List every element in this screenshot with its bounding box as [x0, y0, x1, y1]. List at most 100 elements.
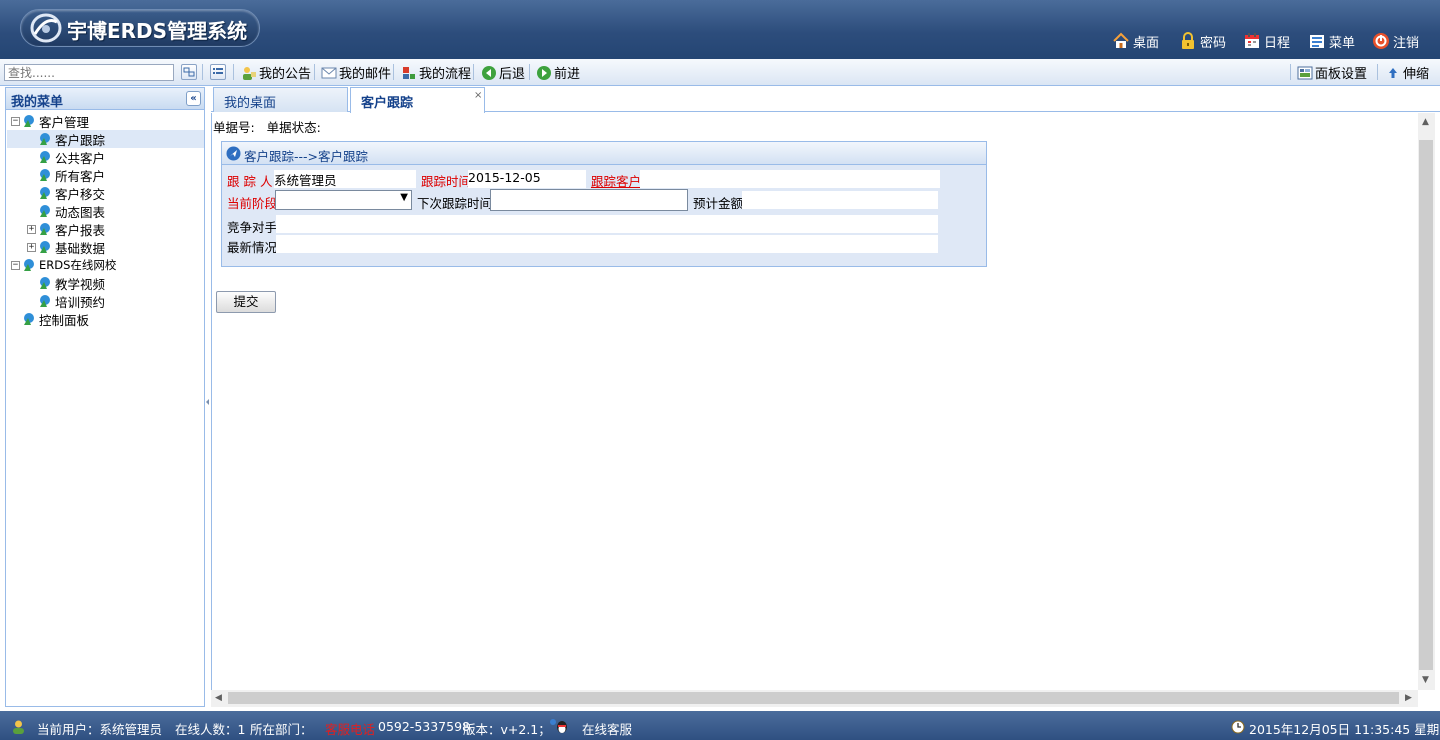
vertical-scrollbar[interactable]: ▲ ▼ — [1418, 113, 1435, 690]
document-number-label: 单据号: — [213, 120, 255, 135]
next-track-time-input[interactable] — [490, 189, 688, 211]
search-go-icon — [183, 67, 195, 77]
tree-leaf-icon — [40, 205, 50, 217]
track-time-value: 2015-12-05 — [468, 170, 541, 185]
tree-leaf-icon — [40, 133, 50, 145]
tree-node-label: 客户跟踪 — [55, 132, 106, 148]
my-mail-button[interactable]: 我的邮件 — [321, 63, 391, 82]
list-view-button[interactable] — [210, 64, 226, 80]
my-announcements-button[interactable]: 我的公告 — [241, 63, 311, 82]
tab-customer-tracking[interactable]: 客户跟踪 × — [350, 87, 485, 113]
tree-node-label: 基础数据 — [55, 240, 106, 256]
scroll-down-icon[interactable]: ▼ — [1422, 675, 1429, 685]
toolbar-divider — [1377, 64, 1378, 80]
panel-settings-label: 面板设置 — [1315, 67, 1368, 82]
search-go-button[interactable] — [181, 64, 197, 80]
panel-title: 客户跟踪--->客户跟踪 — [244, 149, 369, 164]
dropdown-arrow-icon: ▼ — [400, 192, 408, 203]
panel-arrow-icon — [226, 146, 241, 161]
panel-settings-icon — [1297, 66, 1313, 79]
toggle-layout-button[interactable]: 伸缩 — [1385, 63, 1429, 82]
tree-node-label: 客户移交 — [55, 186, 106, 202]
stage-select[interactable]: ▼ — [275, 190, 412, 210]
tree-node-erds-online-school[interactable]: − ERDS在线网校 — [11, 256, 116, 274]
tree-node-customer-transfer[interactable]: 客户移交 — [37, 184, 105, 202]
sidebar-title: 我的菜单 — [11, 95, 64, 110]
tree-leaf-icon — [40, 169, 50, 181]
tab-strip: 我的桌面 客户跟踪 × — [211, 87, 1440, 113]
horizontal-scroll-thumb[interactable] — [228, 692, 1399, 704]
nav-menu[interactable]: 菜单 — [1308, 31, 1355, 51]
tree-node-control-panel[interactable]: 控制面板 — [21, 310, 89, 328]
tree-node-public-customers[interactable]: 公共客户 — [37, 148, 105, 166]
tree-node-dynamic-charts[interactable]: 动态图表 — [37, 202, 105, 220]
panel-settings-button[interactable]: 面板设置 — [1297, 63, 1367, 82]
tree-node-teaching-videos[interactable]: 教学视频 — [37, 274, 105, 292]
tree-node-customer-reports[interactable]: + 客户报表 — [27, 220, 105, 238]
logo-swirl-icon — [30, 13, 62, 43]
tree-collapse-toggle[interactable]: − — [11, 260, 20, 270]
tab-my-desktop[interactable]: 我的桌面 — [213, 87, 348, 112]
arrow-up-icon — [1389, 67, 1397, 78]
nav-password[interactable]: 密码 — [1179, 31, 1226, 51]
toolbar-divider — [1290, 64, 1291, 80]
forward-button[interactable]: 前进 — [536, 63, 580, 82]
tree-expand-toggle[interactable]: + — [27, 224, 36, 234]
scroll-up-icon[interactable]: ▲ — [1422, 117, 1429, 127]
document-info: 单据号: 单据状态: — [213, 117, 321, 136]
tree-node-training-booking[interactable]: 培训预约 — [37, 292, 105, 310]
version: 版本：v+2.1； — [463, 722, 551, 737]
track-customer-link[interactable]: 跟踪客户 — [591, 171, 641, 190]
tree-leaf-icon — [40, 241, 50, 253]
vertical-scroll-thumb[interactable] — [1419, 140, 1433, 670]
nav-desktop[interactable]: 桌面 — [1112, 31, 1159, 51]
app-title: 宇博ERDS管理系统 — [67, 19, 248, 43]
track-customer-field[interactable] — [640, 170, 940, 188]
toolbar-divider — [202, 64, 203, 80]
toolbar-divider — [393, 64, 394, 80]
back-button[interactable]: 后退 — [481, 63, 525, 82]
menu-icon — [1310, 35, 1324, 48]
nav-schedule[interactable]: 日程 — [1243, 31, 1290, 51]
scroll-left-icon[interactable]: ◀ — [215, 693, 222, 703]
tree-node-label: 客户管理 — [39, 114, 90, 130]
panel-header: 客户跟踪--->客户跟踪 — [222, 142, 986, 165]
tree-node-basic-data[interactable]: + 基础数据 — [27, 238, 105, 256]
logout-icon — [1373, 33, 1389, 49]
expected-amount-field[interactable] — [742, 191, 938, 209]
home-icon — [1113, 32, 1129, 48]
status-bar: 当前用户：系统管理员 在线人数：1 所在部门： 客服电话 0592-533759… — [0, 711, 1440, 740]
scroll-right-icon[interactable]: ▶ — [1405, 693, 1412, 703]
tree-node-label: 培训预约 — [55, 294, 106, 310]
sidebar-header: 我的菜单 « — [6, 88, 204, 110]
tree-collapse-toggle[interactable]: − — [11, 116, 20, 126]
tree-expand-toggle[interactable]: + — [27, 242, 36, 252]
nav-logout[interactable]: 注销 — [1372, 31, 1419, 51]
tree-node-label: 客户报表 — [55, 222, 106, 238]
collapse-sidebar-button[interactable]: « — [186, 91, 201, 106]
tracker-value: 系统管理员 — [274, 173, 337, 188]
folder-node-icon — [24, 115, 34, 127]
my-workflow-button[interactable]: 我的流程 — [401, 63, 471, 82]
my-announcements-label: 我的公告 — [259, 67, 312, 82]
submit-button[interactable]: 提交 — [216, 291, 276, 313]
competitor-field[interactable] — [276, 215, 938, 233]
tracking-form-panel: 客户跟踪--->客户跟踪 跟 踪 人 系统管理员 跟踪时间 2015-12-05… — [221, 141, 987, 267]
search-input[interactable] — [4, 64, 174, 81]
latest-status-field[interactable] — [276, 235, 938, 253]
toolbar-divider — [529, 64, 530, 80]
tree-leaf-icon — [40, 187, 50, 199]
tree-node-label: ERDS在线网校 — [39, 258, 117, 272]
horizontal-scrollbar[interactable]: ◀ ▶ — [211, 690, 1418, 707]
online-service-link[interactable]: 在线客服 — [582, 719, 632, 738]
tab-close-icon[interactable]: × — [474, 90, 482, 101]
current-user: 当前用户：系统管理员 — [37, 722, 163, 737]
tree-node-all-customers[interactable]: 所有客户 — [37, 166, 105, 184]
sidebar: 我的菜单 « − 客户管理 客户跟踪 公共客户 所有客户 客户移交 动态图表 +… — [5, 87, 205, 707]
forward-label: 前进 — [554, 67, 581, 82]
track-time-field[interactable]: 2015-12-05 — [468, 170, 586, 188]
tree-node-customer-tracking[interactable]: 客户跟踪 — [37, 130, 105, 148]
tree-node-customer-management[interactable]: − 客户管理 — [11, 112, 89, 130]
latest-status-label: 最新情况 — [227, 240, 278, 255]
department: 所在部门： — [250, 722, 313, 737]
